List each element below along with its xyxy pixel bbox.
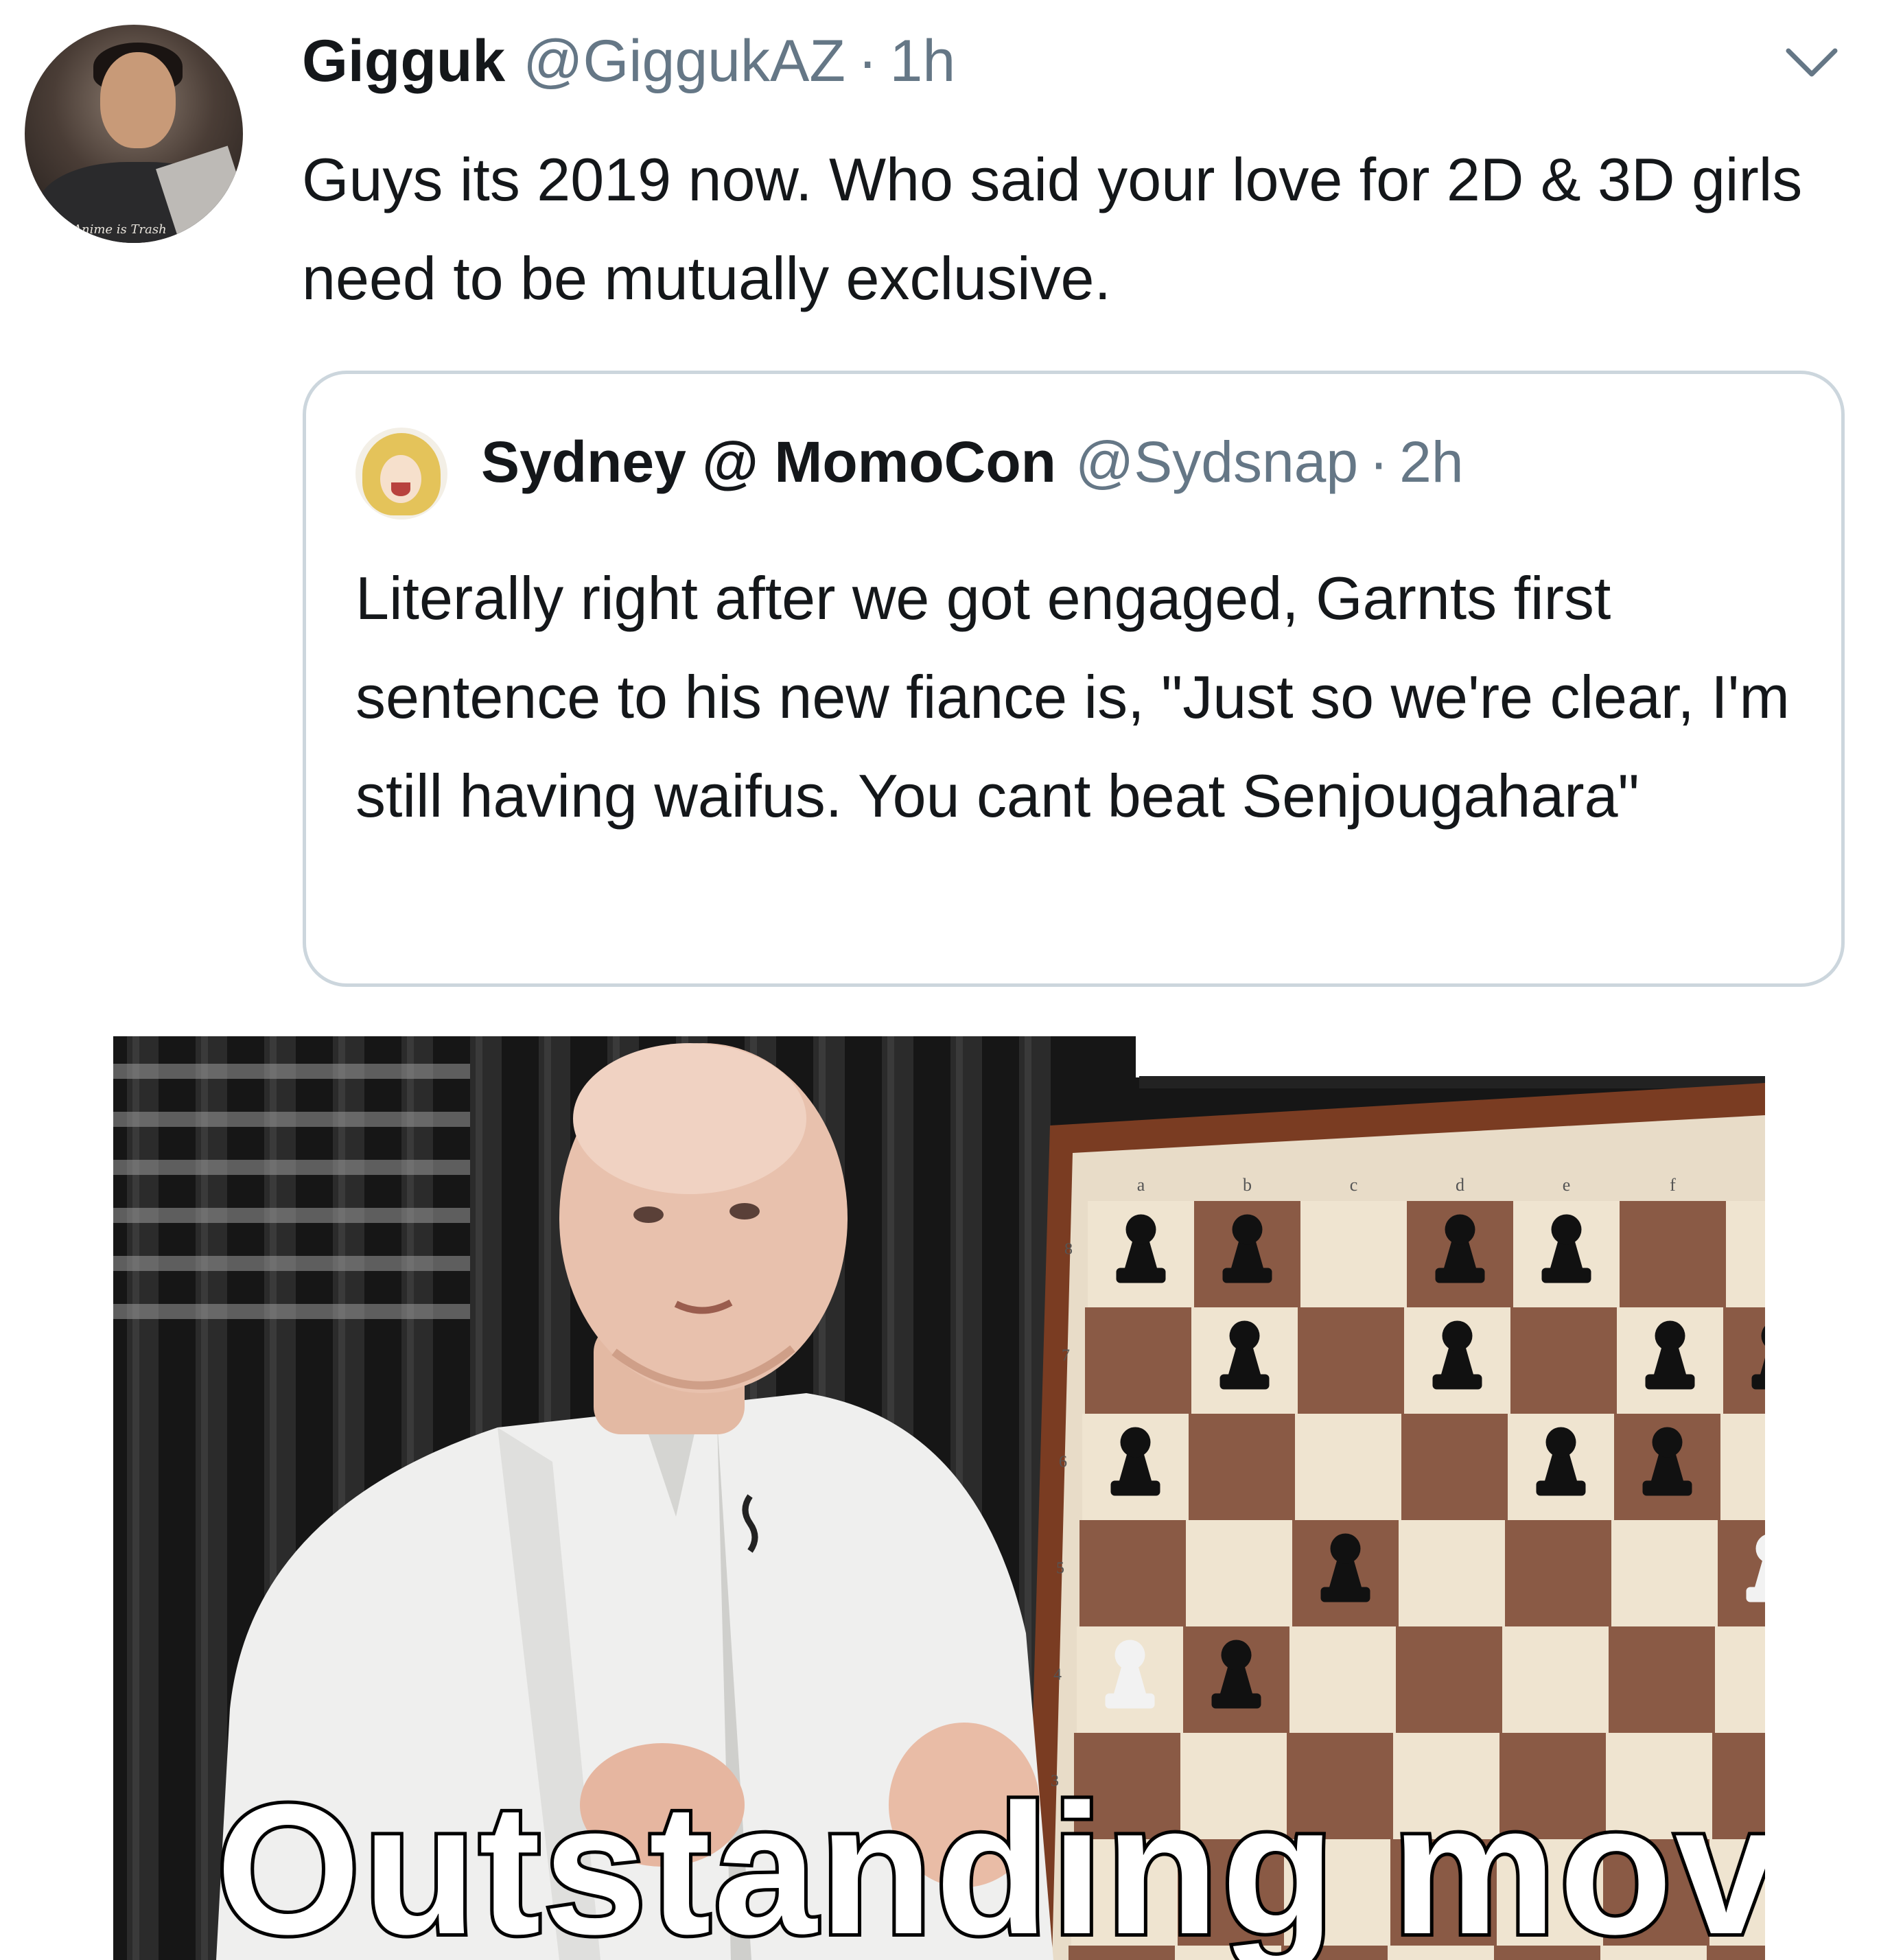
quoted-tweet-header: Sydney @ MomoCon @Sydsnap · 2h: [481, 429, 1464, 495]
panel-slat: [113, 1112, 470, 1127]
rank-label: 5: [1056, 1560, 1064, 1578]
dark-square: [1189, 1414, 1295, 1520]
file-label: b: [1243, 1175, 1252, 1195]
quoted-author-avatar[interactable]: [355, 428, 447, 520]
dark-square: [1085, 1307, 1191, 1414]
piece-head: [1442, 1320, 1473, 1351]
piece-head: [1125, 1214, 1156, 1245]
light-square: [1295, 1414, 1401, 1520]
avatar-mouth: [391, 482, 410, 496]
panel-slat: [113, 1304, 470, 1319]
dark-square: [1620, 1201, 1726, 1307]
light-square: [1186, 1520, 1292, 1626]
dark-square: [1510, 1307, 1617, 1414]
piece-base: [1219, 1374, 1270, 1390]
piece-base: [1541, 1268, 1591, 1283]
panel-slat: [113, 1208, 470, 1223]
light-square: [1611, 1520, 1718, 1626]
quoted-tweet-timestamp[interactable]: 2h: [1399, 429, 1463, 495]
file-label: e: [1563, 1175, 1571, 1195]
piece-head: [1551, 1214, 1582, 1245]
dark-square: [1718, 1520, 1765, 1626]
tweet-text: Guys its 2019 now. Who said your love fo…: [302, 145, 1803, 312]
piece-head: [1221, 1640, 1252, 1670]
light-square: [1715, 1626, 1765, 1733]
piece-base: [1110, 1480, 1160, 1496]
author-name[interactable]: Gigguk: [302, 27, 505, 95]
dark-square: [1298, 1307, 1404, 1414]
piece-head: [1114, 1640, 1145, 1670]
piece-base: [1642, 1480, 1692, 1496]
header-separator: ·: [1369, 430, 1389, 494]
wall-strip: [1136, 1036, 1765, 1077]
dark-square: [1396, 1626, 1502, 1733]
avatar-face: [100, 52, 176, 148]
dark-square: [1401, 1414, 1508, 1520]
panel-slat: [113, 1256, 470, 1271]
piece-head: [1232, 1214, 1263, 1245]
piece-base: [1746, 1587, 1765, 1602]
piece-head: [1120, 1427, 1151, 1458]
dark-square: [1079, 1520, 1186, 1626]
piece-base: [1645, 1374, 1695, 1390]
light-square: [1289, 1626, 1396, 1733]
rank-label: 7: [1062, 1347, 1070, 1365]
panel-slat: [113, 1160, 470, 1175]
chevron-down-icon[interactable]: [1784, 43, 1839, 84]
quoted-tweet-text: Literally right after we got engaged, Ga…: [355, 564, 1790, 830]
piece-base: [1536, 1480, 1586, 1496]
light-square: [1720, 1414, 1765, 1520]
piece-head: [1445, 1214, 1475, 1245]
piece-head: [1330, 1533, 1361, 1564]
piece-base: [1751, 1374, 1765, 1390]
piece-base: [1435, 1268, 1485, 1283]
tweet-header: Gigguk @GiggukAZ · 1h: [302, 27, 955, 96]
panel-slat: [113, 1064, 470, 1079]
rank-label: 6: [1059, 1454, 1067, 1471]
quoted-author-handle[interactable]: @Sydsnap: [1075, 429, 1358, 495]
dark-square: [1723, 1307, 1765, 1414]
piece-base: [1320, 1587, 1370, 1602]
file-label: c: [1350, 1175, 1358, 1195]
rank-label: 4: [1053, 1666, 1062, 1684]
quoted-tweet[interactable]: Sydney @ MomoCon @Sydsnap · 2h Literally…: [303, 371, 1845, 987]
tweet-timestamp[interactable]: 1h: [890, 27, 956, 95]
piece-head: [1229, 1320, 1260, 1351]
piece-base: [1211, 1693, 1261, 1709]
quoted-author-name[interactable]: Sydney @ MomoCon: [481, 429, 1056, 495]
piece-head: [1652, 1427, 1683, 1458]
file-label: f: [1670, 1175, 1676, 1195]
dark-square: [1505, 1520, 1611, 1626]
wall-strip-shadow: [1139, 1076, 1765, 1088]
file-label: d: [1456, 1175, 1464, 1195]
piece-base: [1105, 1693, 1155, 1709]
light-square: [1399, 1520, 1505, 1626]
piece-head: [1545, 1427, 1576, 1458]
dark-square: [1609, 1626, 1715, 1733]
piece-head: [1655, 1320, 1685, 1351]
light-square: [1502, 1626, 1609, 1733]
meme-caption: Outstanding move: [213, 1763, 1765, 1960]
author-handle[interactable]: @GiggukAZ: [523, 27, 845, 95]
light-square: [1726, 1201, 1765, 1307]
header-separator: ·: [857, 28, 878, 94]
piece-base: [1432, 1374, 1482, 1390]
light-square: [1300, 1201, 1407, 1307]
avatar-shirt-text: Anime is Trash: [73, 222, 167, 237]
piece-base: [1116, 1268, 1166, 1283]
file-label: a: [1137, 1175, 1145, 1195]
author-avatar[interactable]: Anime is Trash: [25, 25, 243, 243]
rank-label: 8: [1064, 1241, 1073, 1259]
piece-base: [1222, 1268, 1272, 1283]
tweet-media-image[interactable]: abcdefgh876543 Outstanding move: [113, 1036, 1765, 1960]
